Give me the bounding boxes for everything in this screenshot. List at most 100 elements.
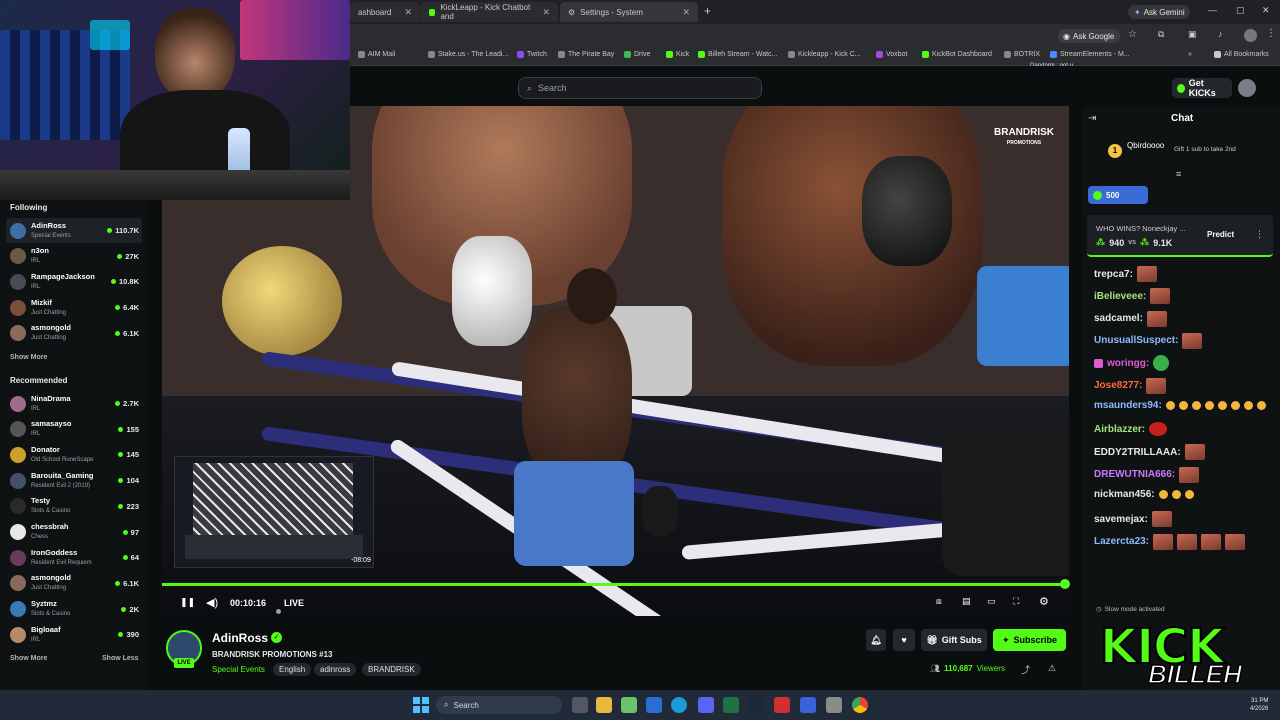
bookmark-item[interactable]: BOTRIX (1004, 51, 1040, 58)
ask-google-button[interactable]: ◉ Ask Google (1058, 29, 1120, 43)
predict-button[interactable]: Predict (1207, 230, 1234, 239)
show-more-following-button[interactable]: Show More (10, 354, 47, 361)
sidebar-channel-item[interactable]: Syztmz Slots & Casino 2K (6, 597, 142, 622)
seek-handle[interactable] (1060, 579, 1070, 589)
bookmarks-overflow-icon[interactable]: » (1188, 51, 1192, 58)
sidebar-channel-item[interactable]: NinaDrama IRL 2.7K (6, 391, 142, 416)
prediction-card[interactable]: WHO WINS? Noneckjay ... ⁂ 940 vs ⁂ 9.1K … (1087, 215, 1273, 257)
bookmark-item[interactable]: Kickleapp - Kick C... (788, 51, 861, 58)
steam-icon[interactable] (748, 697, 764, 713)
show-more-button[interactable]: Show More (10, 655, 47, 662)
channel-points-pill[interactable]: 500 (1088, 186, 1148, 204)
bookmark-item[interactable]: Stake.us - The Leadi... (428, 51, 508, 58)
bookmark-item[interactable]: Kick (666, 51, 689, 58)
ask-gemini-button[interactable]: ✦ Ask Gemini (1128, 5, 1190, 19)
bookmark-item[interactable]: Voxbot (876, 51, 907, 58)
close-tab-icon[interactable]: ✕ (542, 7, 550, 18)
prediction-menu-icon[interactable]: ⋮ (1255, 229, 1264, 240)
profile-avatar[interactable] (1244, 29, 1257, 42)
sidebar-channel-item[interactable]: Barouita_Gaming Resident Evil 2 (2019) 104 (6, 468, 142, 493)
sidebar-channel-item[interactable]: Mizkif Just Chatting 6.4K (6, 295, 142, 320)
bookmark-star-icon[interactable]: ☆ (1128, 29, 1137, 40)
gift-subs-button[interactable]: 🎁︎ Gift Subs (921, 629, 987, 651)
notification-bell-button[interactable]: 🔔︎ (866, 629, 886, 651)
chat-username[interactable]: sadcamel: (1094, 313, 1143, 324)
chat-drawer-toggle-icon[interactable]: ≡ (1176, 169, 1181, 179)
get-kicks-button[interactable]: Get KICKs (1172, 78, 1232, 98)
gifter-username[interactable]: Qbirdoooo (1127, 141, 1164, 150)
settings-app-icon[interactable] (826, 697, 842, 713)
sidebar-channel-item[interactable]: RampageJackson IRL 10.8K (6, 269, 142, 294)
channel-name[interactable]: AdinRoss (212, 631, 268, 645)
browser-tab[interactable]: KickLeapp - Kick Chatbot and ✕ (421, 2, 558, 22)
all-bookmarks[interactable]: All Bookmarks (1214, 51, 1269, 58)
chat-username[interactable]: nickman456: (1094, 489, 1155, 500)
sidebar-channel-item[interactable]: Testy Slots & Casino 223 (6, 494, 142, 519)
more-menu-icon[interactable]: ⋮ (1266, 28, 1276, 39)
sidebar-channel-item[interactable]: asmongold Just Chatting 6.1K (6, 571, 142, 596)
bookmark-item[interactable]: AIM Mail (358, 51, 395, 58)
edge-browser-icon[interactable] (671, 697, 687, 713)
stream-category-link[interactable]: Special Events (212, 665, 265, 674)
sidebar-channel-item[interactable]: n3on IRL 27K (6, 244, 142, 269)
sidebar-channel-item[interactable]: Bigloaaf IRL 390 (6, 622, 142, 647)
app-icon[interactable] (774, 697, 790, 713)
chat-username[interactable]: DREWUTNIA666: (1094, 469, 1175, 480)
mail-icon[interactable] (646, 697, 662, 713)
theater-mode-icon[interactable]: ▭ (987, 596, 996, 607)
minimize-icon[interactable]: — (1208, 5, 1217, 15)
stream-tag[interactable]: BRANDRISK (362, 663, 421, 676)
app-icon[interactable] (621, 697, 637, 713)
volume-icon[interactable]: ◀) (206, 596, 218, 609)
chat-username[interactable]: msaunders94: (1094, 400, 1162, 411)
extensions-icon[interactable]: ⧉ (1158, 29, 1164, 40)
report-icon[interactable]: ⚠ (1048, 663, 1056, 674)
bookmark-item[interactable]: StreamElements - M... (1050, 51, 1130, 58)
live-label[interactable]: LIVE (284, 598, 304, 608)
bookmark-item[interactable]: Drive (624, 51, 650, 58)
close-window-icon[interactable]: ✕ (1262, 5, 1270, 16)
media-icon[interactable]: ♪ (1218, 29, 1223, 39)
sidebar-channel-item[interactable]: asmongold Just Chatting 6.1K (6, 321, 142, 346)
sidebar-channel-item[interactable]: Donator Old School RuneScape 145 (6, 442, 142, 467)
chrome-icon[interactable] (852, 697, 868, 713)
chat-username[interactable]: trepca7: (1094, 269, 1133, 280)
collapse-chat-icon[interactable]: ⇥ (1088, 113, 1096, 124)
close-tab-icon[interactable]: ✕ (404, 7, 412, 18)
bookmark-item[interactable]: KickBot Dashboard (922, 51, 992, 58)
file-explorer-icon[interactable] (596, 697, 612, 713)
close-tab-icon[interactable]: ✕ (682, 7, 690, 18)
settings-gear-icon[interactable]: ⚙ (1039, 595, 1049, 608)
app-icon[interactable] (800, 697, 816, 713)
fullscreen-icon[interactable]: ⛶ (1013, 596, 1019, 607)
bookmark-item[interactable]: Billeh Stream - Watc... (698, 51, 777, 58)
task-view-icon[interactable] (572, 697, 588, 713)
bookmark-item[interactable]: Twitch (517, 51, 547, 58)
cast-icon[interactable]: ▣ (1188, 29, 1197, 40)
new-tab-icon[interactable]: + (704, 4, 711, 18)
share-icon[interactable]: ⤴ (1021, 663, 1030, 676)
follow-button[interactable]: ♥ (893, 629, 915, 651)
sidebar-channel-item[interactable]: AdinRoss Special Events 110.7K (6, 218, 142, 243)
discord-icon[interactable] (698, 697, 714, 713)
chat-username[interactable]: iBelieveee: (1094, 291, 1146, 302)
browser-tab-active[interactable]: ⚙ Settings - System ✕ (560, 2, 698, 22)
stream-tag[interactable]: adinross (314, 663, 357, 676)
user-avatar[interactable] (1238, 79, 1256, 97)
chat-username[interactable]: woringg: (1107, 358, 1149, 369)
show-less-button[interactable]: Show Less (102, 655, 139, 662)
seek-bar[interactable] (162, 583, 1066, 586)
chat-username[interactable]: savemejax: (1094, 514, 1148, 525)
stream-tag[interactable]: English (273, 663, 312, 676)
chat-username[interactable]: EDDY2TRILLAAA: (1094, 447, 1181, 458)
chat-username[interactable]: Airblazzer: (1094, 424, 1145, 435)
chat-username[interactable]: Lazercta23: (1094, 536, 1149, 547)
search-input[interactable]: ⌕ Search (518, 77, 762, 99)
bookmark-item[interactable]: The Pirate Bay (558, 51, 614, 58)
subscribe-button[interactable]: ✦ Subscribe (993, 629, 1066, 651)
start-menu-icon[interactable] (413, 697, 429, 713)
clip-icon[interactable]: ▤ (962, 596, 971, 607)
maximize-icon[interactable]: ▢ (1236, 5, 1245, 16)
sidebar-channel-item[interactable]: chessbrah Chess 97 (6, 520, 142, 545)
mini-player-icon[interactable]: ⧈ (936, 596, 942, 607)
